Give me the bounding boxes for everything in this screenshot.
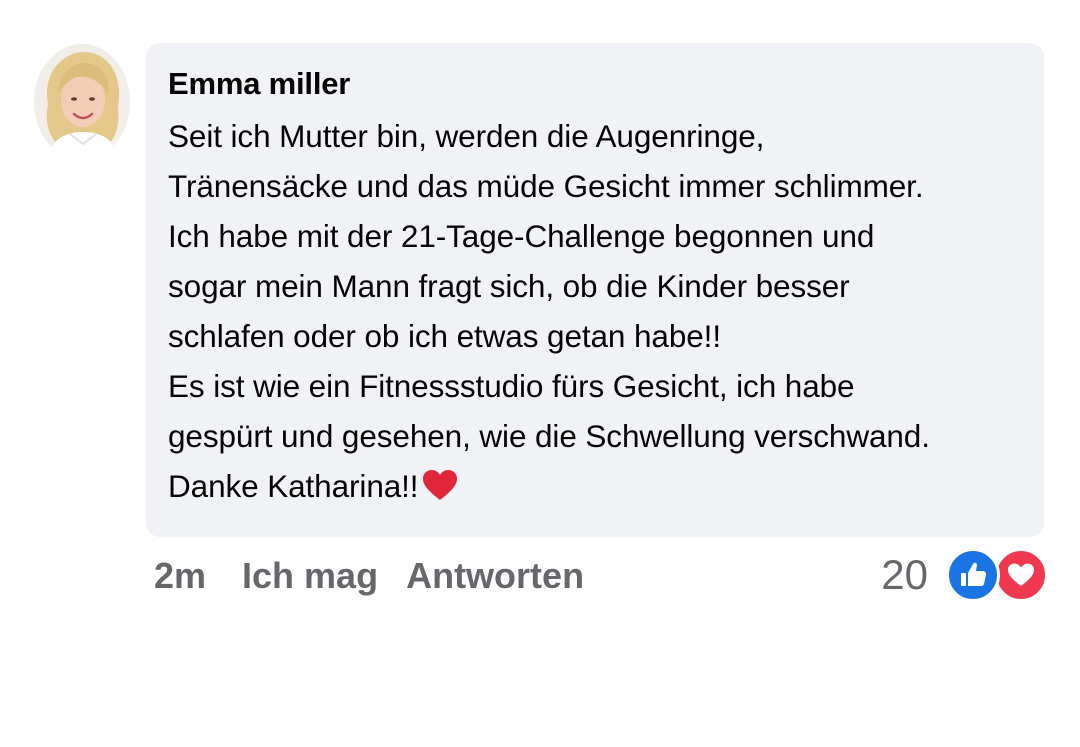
comment-line: Ich habe mit der 21-Tage-Challenge begon… [168,218,875,254]
reaction-icons [946,548,1054,602]
reaction-count: 20 [881,551,928,598]
comment-author[interactable]: Emma miller [168,65,1044,103]
comment-actions: 2m Ich mag Antworten [154,552,584,600]
comment-line: Seit ich Mutter bin, werden die Augenrin… [168,118,765,154]
comment-line-last: Danke Katharina!! [168,461,1044,515]
comment-timestamp[interactable]: 2m [154,555,206,597]
reaction-summary[interactable]: 20 [881,548,1054,602]
like-icon [946,548,1000,602]
comment-line-text: Danke Katharina!! [168,468,419,504]
like-button[interactable]: Ich mag [242,555,378,597]
comment-text: Seit ich Mutter bin, werden die Augenrin… [168,111,1044,515]
comment-line: Tränensäcke und das müde Gesicht immer s… [168,168,924,204]
comment-bubble: Emma miller Seit ich Mutter bin, werden … [146,43,1044,537]
heart-emoji-icon [422,465,458,515]
reply-button[interactable]: Antworten [406,555,584,597]
avatar[interactable] [34,44,130,160]
comment-line: schlafen oder ob ich etwas getan habe!! [168,318,721,354]
love-icon [994,548,1048,602]
comment-line: Es ist wie ein Fitnessstudio fürs Gesich… [168,368,855,404]
avatar-photo [34,44,130,160]
comment-line: sogar mein Mann fragt sich, ob die Kinde… [168,268,850,304]
comment-line: gespürt und gesehen, wie die Schwellung … [168,418,930,454]
